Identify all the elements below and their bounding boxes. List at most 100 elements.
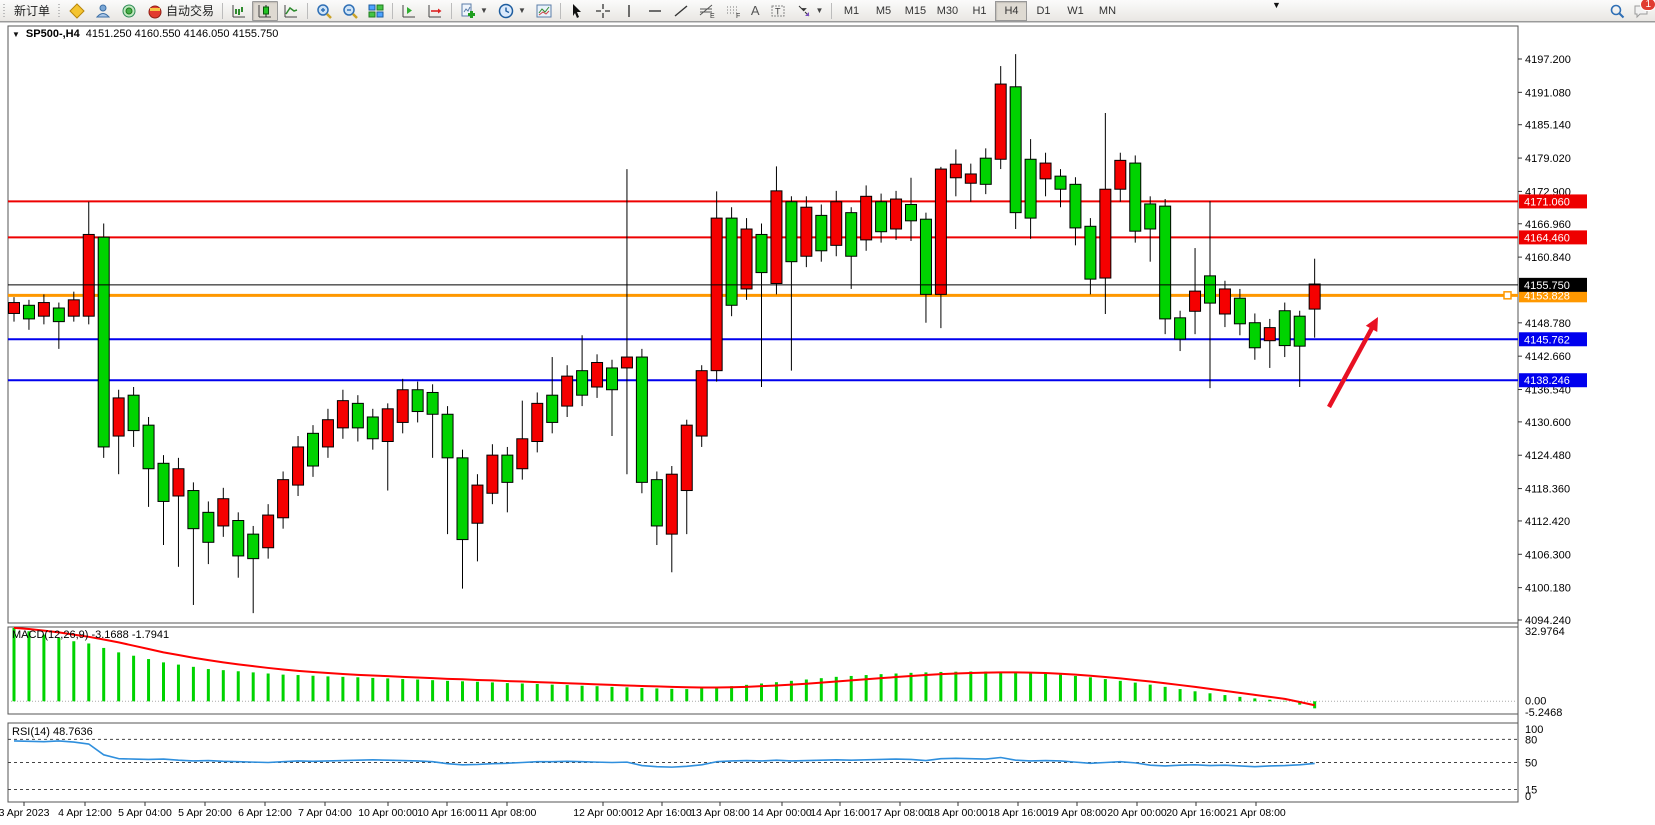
tab-timeframe-M15[interactable]: M15 [899,1,931,21]
candle-body [592,362,603,387]
candle-body [173,469,184,496]
trendline-icon [673,3,689,19]
price-badge-label: 4164.460 [1524,232,1570,244]
candle-body [83,234,94,316]
price-chart-canvas[interactable]: 4197.2004191.0804185.1404179.0204172.900… [0,23,1655,825]
chart-shift-button[interactable] [422,1,448,21]
time-axis-label: 11 Apr 08:00 [478,807,537,819]
candle-body [293,447,304,485]
periods-button[interactable]: ▼ [493,1,531,21]
candle-body [397,390,408,423]
svg-text:E: E [710,13,715,19]
candle-body [965,174,976,183]
candle-body [831,202,842,246]
indicators-button[interactable]: ▼ [455,1,493,21]
search-icon[interactable] [1609,3,1625,19]
price-tick-label: 4106.300 [1525,549,1571,561]
zoom-out-icon [342,3,358,19]
candle-body [786,202,797,262]
price-tick-label: 4142.660 [1525,351,1571,363]
line-chart-button[interactable] [278,1,304,21]
chart-expand-icon[interactable]: ▼ [12,30,20,39]
price-tick-label: 4185.140 [1525,120,1571,132]
autotrading-button[interactable]: 自动交易 [142,1,219,21]
candle-body [487,455,498,493]
toolbar-drag-handle[interactable] [2,4,7,18]
toolbar-overflow-arrow[interactable]: ▼ [1272,0,1281,10]
candle-body [621,357,632,368]
candle-body [1234,298,1245,324]
candle-body [9,303,20,314]
tab-timeframe-H4[interactable]: H4 [995,1,1027,21]
candle-body [547,395,558,422]
vertical-line-tool-button[interactable] [616,1,642,21]
tab-timeframe-M1[interactable]: M1 [835,1,867,21]
candle-body [771,191,782,284]
time-axis-label: 18 Apr 00:00 [928,807,988,819]
candle-body [472,485,483,523]
price-tick-label: 4148.780 [1525,318,1571,330]
tab-timeframe-D1[interactable]: D1 [1027,1,1059,21]
tab-timeframe-H1[interactable]: H1 [963,1,995,21]
rsi-panel[interactable] [8,723,1518,802]
time-axis-label: 3 Apr 2023 [0,807,50,819]
chart-shift-icon [427,3,443,19]
time-axis-label: 14 Apr 16:00 [810,807,870,819]
cursor-tool-button[interactable] [564,1,590,21]
notifications-icon[interactable]: 1 [1633,3,1649,19]
tab-timeframe-W1[interactable]: W1 [1059,1,1091,21]
tile-windows-button[interactable] [363,1,389,21]
new-order-button[interactable]: 新订单 [9,1,55,21]
tab-timeframe-M30[interactable]: M30 [931,1,963,21]
auto-scroll-button[interactable] [396,1,422,21]
person-icon [95,3,111,19]
channel-tool-button[interactable]: F [720,1,746,21]
candlestick-chart-button[interactable] [252,1,278,21]
time-axis-label: 5 Apr 20:00 [178,807,232,819]
rsi-axis-label: 50 [1525,758,1537,770]
bar-chart-button[interactable] [226,1,252,21]
arrows-tool-button[interactable]: ▼ [791,1,829,21]
price-badge-label: 4171.060 [1524,196,1570,208]
tile-windows-icon [368,3,384,19]
candle-body [278,480,289,518]
candle-body [53,308,64,322]
main-toolbar: 新订单 自动交易 [0,0,1655,22]
vertical-line-icon [621,3,637,19]
tab-timeframe-M5[interactable]: M5 [867,1,899,21]
chevron-down-icon: ▼ [518,6,526,15]
candle-body [577,371,588,396]
candle-body [128,395,139,430]
candle-body [308,433,319,466]
zoom-out-button[interactable] [337,1,363,21]
candle-body [980,158,991,184]
candle-body [846,213,857,257]
templates-button[interactable] [531,1,557,21]
horizontal-line-tool-button[interactable] [642,1,668,21]
community-button[interactable] [90,1,116,21]
toolbar-drag-handle[interactable] [57,4,62,18]
metaeditor-button[interactable] [64,1,90,21]
zoom-in-button[interactable] [311,1,337,21]
cursor-icon [569,3,585,19]
text-tool-button[interactable]: A [746,1,765,21]
signals-button[interactable] [116,1,142,21]
candle-body [98,237,109,447]
toolbar-separator [307,3,308,19]
candle-body [1309,284,1320,309]
tab-timeframe-MN[interactable]: MN [1091,1,1123,21]
crosshair-tool-button[interactable] [590,1,616,21]
candlestick-chart-icon [257,3,273,19]
zoom-in-icon [316,3,332,19]
chart-symbol-period: SP500-,H4 [26,28,80,40]
candle-body [1100,189,1111,278]
level-line-handle[interactable] [1504,292,1511,299]
fibonacci-tool-button[interactable]: E [694,1,720,21]
candle-body [1160,206,1171,319]
candle-body [681,425,692,490]
time-axis-label: 17 Apr 08:00 [870,807,930,819]
text-label-tool-button[interactable]: T [765,1,791,21]
toolbar-separator [831,3,832,19]
candle-body [1025,159,1036,218]
trendline-tool-button[interactable] [668,1,694,21]
